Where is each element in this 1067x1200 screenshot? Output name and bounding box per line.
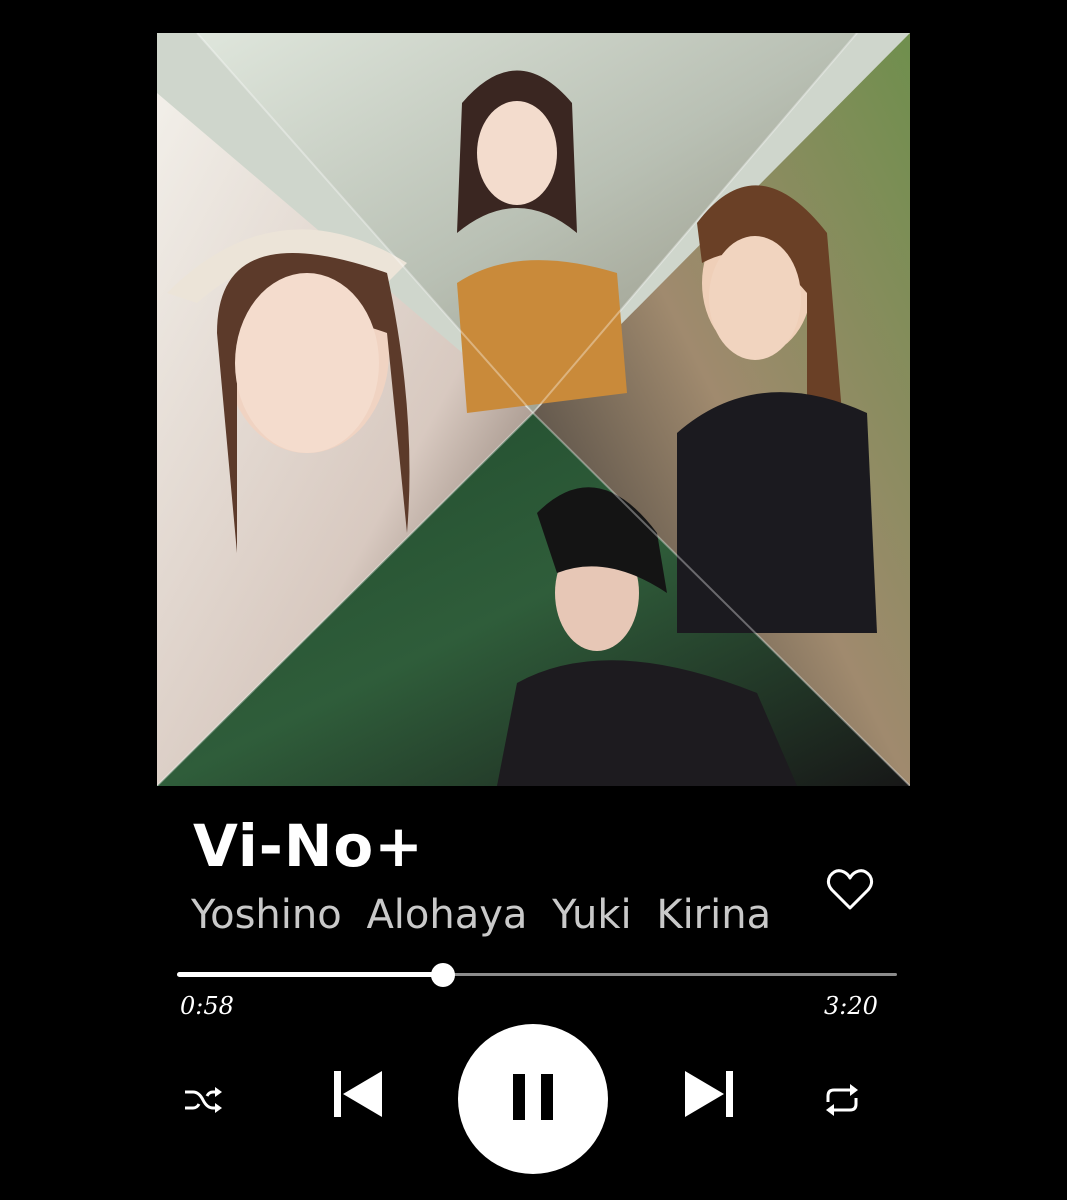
repeat-icon <box>826 1084 858 1116</box>
previous-track-button[interactable] <box>332 1068 384 1120</box>
progress-fill <box>177 972 444 977</box>
skip-previous-icon <box>334 1071 382 1117</box>
track-artists: Yoshino Alohaya Yuki Kirina <box>191 892 772 938</box>
shuffle-icon <box>185 1087 222 1113</box>
repeat-button[interactable] <box>822 1082 862 1118</box>
pause-icon <box>513 1074 553 1120</box>
album-cover-collage <box>157 33 910 786</box>
play-pause-button[interactable] <box>458 1024 608 1174</box>
elapsed-time: 0:58 <box>180 992 234 1020</box>
skip-next-icon <box>685 1071 733 1117</box>
playback-progress-slider[interactable] <box>177 962 897 988</box>
shuffle-button[interactable] <box>183 1084 223 1116</box>
like-button[interactable] <box>826 868 874 912</box>
next-track-button[interactable] <box>683 1068 735 1120</box>
total-duration: 3:20 <box>824 992 878 1020</box>
heart-icon <box>826 869 874 910</box>
track-title: Vi-No+ <box>193 812 424 880</box>
progress-handle[interactable] <box>431 963 456 987</box>
